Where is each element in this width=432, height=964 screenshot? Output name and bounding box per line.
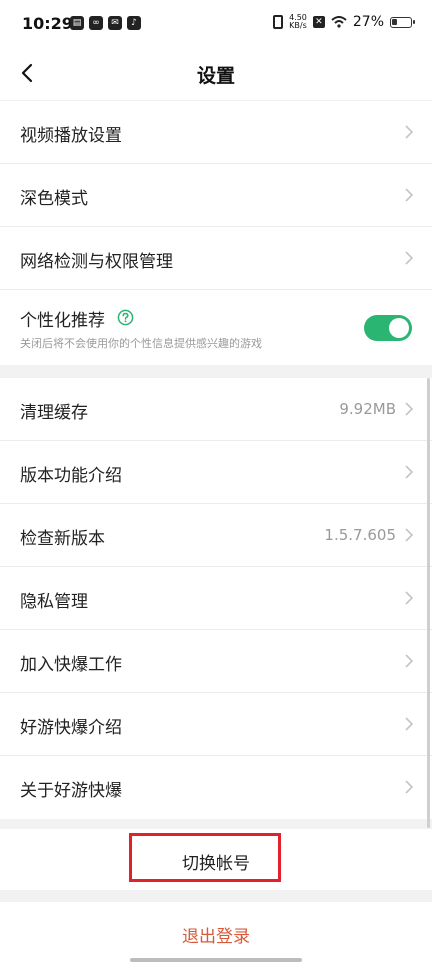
personalize-toggle[interactable] <box>364 315 412 341</box>
scrollbar[interactable] <box>427 378 430 828</box>
battery-icon <box>390 16 415 28</box>
network-speed: 4.50 KB/s <box>289 13 307 30</box>
battery-percent: 27% <box>352 14 384 30</box>
notification-icons: ▤ ∞ ✉ ♪ <box>70 16 141 30</box>
row-label: 好游快爆介绍 <box>20 718 122 738</box>
row-label: 版本功能介绍 <box>20 466 122 486</box>
chevron-right-icon <box>405 402 414 416</box>
row-label: 视频播放设置 <box>20 126 122 146</box>
version-number: 1.5.7.605 <box>324 526 396 544</box>
row-label: 深色模式 <box>20 189 88 209</box>
home-indicator[interactable] <box>130 958 302 962</box>
row-privacy[interactable]: 隐私管理 <box>0 567 432 630</box>
row-clear-cache[interactable]: 清理缓存 9.92MB <box>0 378 432 441</box>
row-label: 网络检测与权限管理 <box>20 252 173 272</box>
wifi-icon <box>331 16 347 28</box>
link-notification-icon: ∞ <box>89 16 103 30</box>
vibrate-icon <box>273 15 284 29</box>
app-header: 设置 <box>0 48 432 100</box>
chevron-right-icon <box>405 591 414 605</box>
row-version-features[interactable]: 版本功能介绍 <box>0 441 432 504</box>
toggle-knob <box>389 318 409 338</box>
highlight-annotation <box>129 833 281 882</box>
mail-notification-icon: ✉ <box>108 16 122 30</box>
tiktok-notification-icon: ♪ <box>127 16 141 30</box>
logout-label: 退出登录 <box>182 927 250 947</box>
status-time: 10:29 <box>22 14 73 33</box>
cache-size: 9.92MB <box>339 400 396 418</box>
chevron-right-icon <box>405 654 414 668</box>
row-network-permissions[interactable]: 网络检测与权限管理 <box>0 227 432 290</box>
chevron-right-icon <box>405 125 414 139</box>
row-app-intro[interactable]: 好游快爆介绍 <box>0 693 432 756</box>
row-label: 关于好游快爆 <box>20 781 122 801</box>
row-dark-mode[interactable]: 深色模式 <box>0 164 432 227</box>
app-notification-icon: ▤ <box>70 16 84 30</box>
settings-group-app: 清理缓存 9.92MB 版本功能介绍 检查新版本 1.5.7.605 隐私管理 … <box>0 378 432 819</box>
chevron-right-icon <box>405 717 414 731</box>
settings-group-general: 视频播放设置 深色模式 网络检测与权限管理 个性化推荐 关闭后将不会使用你的个性… <box>0 101 432 365</box>
row-label: 加入快爆工作 <box>20 655 122 675</box>
row-about[interactable]: 关于好游快爆 <box>0 756 432 819</box>
chevron-right-icon <box>405 188 414 202</box>
logout-button[interactable]: 退出登录 <box>0 902 432 964</box>
status-right: 4.50 KB/s ✕ 27% <box>273 13 415 30</box>
page-title: 设置 <box>196 65 235 87</box>
row-join-work[interactable]: 加入快爆工作 <box>0 630 432 693</box>
row-personalized-recommendation: 个性化推荐 关闭后将不会使用你的个性信息提供感兴趣的游戏 <box>0 290 432 365</box>
row-label: 清理缓存 <box>20 403 88 423</box>
chevron-right-icon <box>405 251 414 265</box>
row-label: 个性化推荐 <box>20 311 105 331</box>
help-question-icon[interactable] <box>117 309 134 326</box>
row-video-playback[interactable]: 视频播放设置 <box>0 101 432 164</box>
personalize-description: 关闭后将不会使用你的个性信息提供感兴趣的游戏 <box>20 337 262 350</box>
row-check-update[interactable]: 检查新版本 1.5.7.605 <box>0 504 432 567</box>
row-label: 隐私管理 <box>20 592 88 612</box>
chevron-right-icon <box>405 780 414 794</box>
row-label: 检查新版本 <box>20 529 105 549</box>
status-bar: 10:29 ▤ ∞ ✉ ♪ 4.50 KB/s ✕ 27% <box>0 0 432 48</box>
chevron-right-icon <box>405 528 414 542</box>
chevron-right-icon <box>405 465 414 479</box>
x-badge-icon: ✕ <box>312 16 325 28</box>
